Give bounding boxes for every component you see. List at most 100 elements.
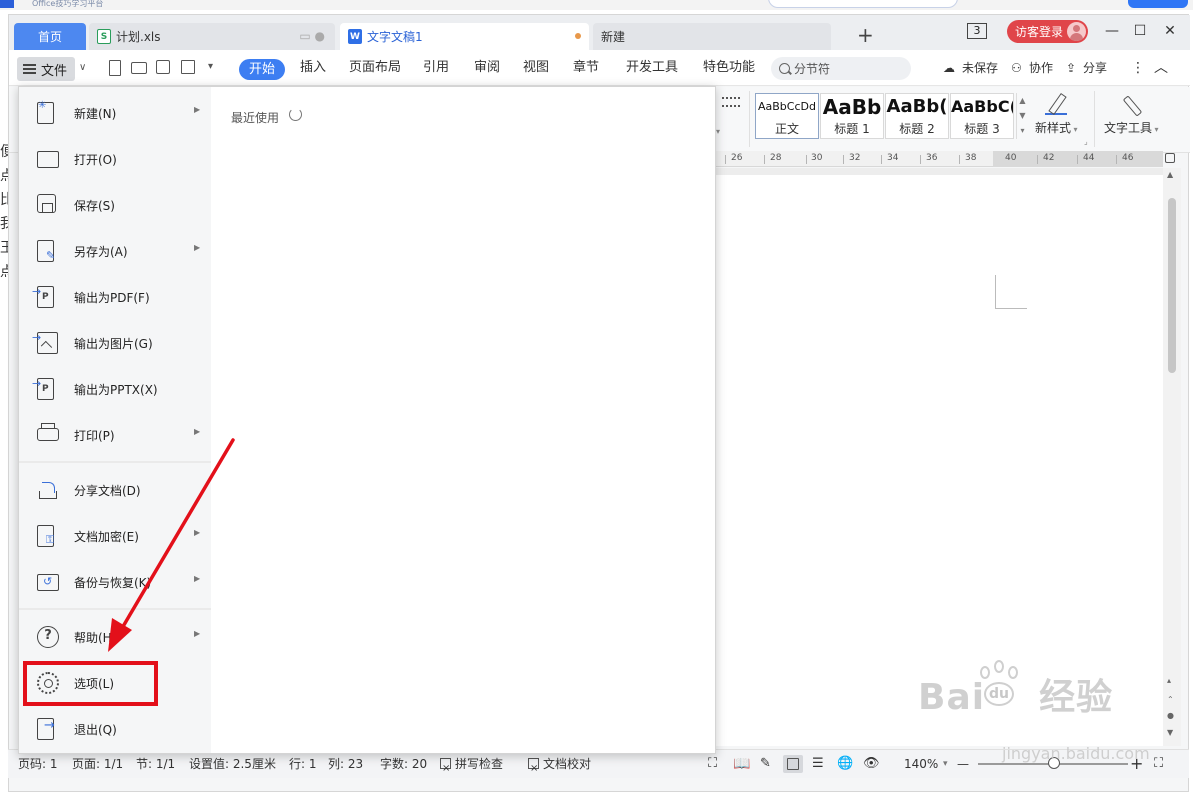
document-page[interactable]	[708, 175, 1163, 746]
tab-spreadsheet[interactable]: S 计划.xls ▭ ●	[89, 23, 335, 50]
file-menu-button[interactable]: 文件	[17, 57, 75, 81]
collaborate-icon[interactable]: ⚇	[1011, 50, 1022, 86]
edit-mode-icon[interactable]: ✎	[760, 750, 771, 778]
tab-view[interactable]: 视图	[523, 50, 549, 86]
ruler-tick: 46	[1122, 153, 1134, 163]
collaborate-button[interactable]: 协作	[1029, 50, 1053, 86]
status-column[interactable]: 列: 23	[328, 750, 363, 778]
ribbon-group-launcher-icon[interactable]: ⌟	[1084, 137, 1088, 146]
refresh-icon[interactable]	[289, 108, 302, 121]
web-view-icon[interactable]: 🌐	[837, 750, 853, 778]
tab-home[interactable]: 首页	[14, 23, 86, 50]
print-preview-icon[interactable]	[181, 60, 195, 74]
minimize-button[interactable]: —	[1102, 21, 1122, 41]
save-icon[interactable]	[156, 60, 170, 74]
page-select-icon[interactable]: ●	[1167, 711, 1174, 720]
style-normal[interactable]: AaBbCcDd 正文	[755, 93, 819, 139]
cloud-icon[interactable]: ☁	[943, 50, 955, 86]
document-canvas[interactable]	[708, 168, 1163, 746]
style-heading-3[interactable]: AaBbC( 标题 3	[950, 93, 1014, 139]
menu-item-help[interactable]: ? 帮助(H) ▶	[19, 616, 211, 658]
new-tab-button[interactable]: +	[857, 23, 874, 47]
new-style-button[interactable]: 新样式 ▾	[1035, 93, 1078, 136]
page-previous-icon[interactable]: ⌃	[1167, 695, 1174, 704]
open-folder-icon[interactable]	[131, 62, 147, 74]
menu-item-exit[interactable]: 退出(Q)	[19, 708, 211, 750]
status-word-count[interactable]: 字数: 20	[380, 750, 427, 778]
menu-item-new[interactable]: ✳ 新建(N) ▶	[19, 92, 211, 134]
horizontal-ruler[interactable]: 26 28 30 32 34 36 38 40 42 44 46	[708, 151, 1163, 167]
menu-item-save-as[interactable]: ✎ 另存为(A) ▶	[19, 230, 211, 272]
quick-access-dropdown-icon[interactable]: ▾	[208, 61, 224, 77]
reading-mode-icon[interactable]: 📖	[733, 750, 750, 778]
dropdown-caret-icon[interactable]: ▾	[716, 127, 720, 136]
style-heading-2[interactable]: AaBb( 标题 2	[885, 93, 949, 139]
style-gallery-scroll[interactable]: ▲ ▼ ▾	[1016, 93, 1028, 139]
maximize-button[interactable]: ☐	[1130, 21, 1150, 41]
tab-insert[interactable]: 插入	[300, 50, 326, 86]
outline-view-icon[interactable]: ☰	[812, 750, 824, 778]
scroll-up-icon[interactable]: ▲	[1167, 170, 1173, 179]
tab-new[interactable]: 新建	[593, 23, 831, 50]
style-heading-1[interactable]: AaBb 标题 1	[820, 93, 884, 139]
status-section[interactable]: 节: 1/1	[136, 750, 175, 778]
collapse-ribbon-icon[interactable]: ︿	[1154, 50, 1168, 86]
tab-chapter[interactable]: 章节	[573, 50, 599, 86]
vertical-scrollbar[interactable]: ▲ ▴ ⌃ ● ▼	[1163, 168, 1181, 746]
tab-page-layout[interactable]: 页面布局	[349, 50, 401, 86]
window-count-badge[interactable]: 3	[967, 23, 987, 39]
status-page-number[interactable]: 页码: 1	[18, 750, 58, 778]
spell-check-toggle[interactable]: 拼写检查	[440, 750, 503, 783]
fit-page-icon[interactable]: ⛶	[1154, 750, 1163, 778]
new-file-icon[interactable]	[109, 60, 121, 76]
menu-item-open[interactable]: 打开(O)	[19, 138, 211, 180]
share-button[interactable]: 分享	[1083, 50, 1107, 86]
more-options-icon[interactable]: ⋮	[1131, 50, 1145, 86]
menu-item-share-document[interactable]: 分享文档(D)	[19, 469, 211, 511]
tab-review[interactable]: 审阅	[474, 50, 500, 86]
unsaved-status[interactable]: 未保存	[962, 50, 998, 86]
help-icon: ?	[37, 626, 59, 648]
ruler-toggle-icon[interactable]	[1165, 153, 1175, 163]
scroll-down-icon[interactable]: ▼	[1167, 728, 1173, 737]
menu-item-backup-restore[interactable]: ↺ 备份与恢复(K) ▶	[19, 561, 211, 603]
menu-item-export-pptx[interactable]: P → 输出为PPTX(X)	[19, 368, 211, 410]
avatar-icon	[1067, 22, 1086, 41]
submenu-arrow-icon: ▶	[194, 528, 201, 537]
scroll-up-icon[interactable]: ▴	[1167, 676, 1171, 685]
document-proof-toggle[interactable]: 文档校对	[528, 750, 591, 783]
baidu-paw-logo: du	[974, 660, 1024, 710]
document-icon: W	[348, 29, 362, 44]
menu-item-export-pdf[interactable]: P → 输出为PDF(F)	[19, 276, 211, 318]
ruler-tick: 34	[887, 153, 899, 163]
menu-item-save[interactable]: 保存(S)	[19, 184, 211, 226]
tab-start[interactable]: 开始	[239, 59, 286, 80]
tab-bar: 首页 S 计划.xls ▭ ● W 文字文稿1 新建 + 3 访客登录 — ☐ …	[9, 15, 1190, 50]
status-row[interactable]: 行: 1	[289, 750, 317, 778]
menu-item-print[interactable]: 打印(P) ▶	[19, 414, 211, 456]
tab-developer[interactable]: 开发工具	[626, 50, 678, 86]
login-button[interactable]: 访客登录	[1007, 20, 1088, 43]
ruler-tick: 40	[1005, 153, 1017, 163]
share-icon[interactable]: ⇪	[1066, 50, 1076, 86]
eye-protection-icon[interactable]: 👁	[863, 750, 880, 778]
spreadsheet-icon: S	[97, 29, 111, 44]
tab-references[interactable]: 引用	[423, 50, 449, 86]
menu-item-encrypt-document[interactable]: ⚿ 文档加密(E) ▶	[19, 515, 211, 557]
fullscreen-icon[interactable]: ⛶	[708, 750, 717, 778]
tab-special-features[interactable]: 特色功能	[703, 50, 755, 86]
command-search[interactable]: 分节符	[771, 57, 911, 80]
menu-item-export-image[interactable]: → 输出为图片(G)	[19, 322, 211, 364]
zoom-dropdown-icon[interactable]: ▾	[943, 750, 948, 778]
scrollbar-thumb[interactable]	[1168, 198, 1176, 373]
status-pages[interactable]: 页面: 1/1	[72, 750, 123, 778]
zoom-level[interactable]: 140%	[904, 750, 938, 778]
file-dropdown-icon[interactable]: ∨	[79, 62, 86, 73]
paragraph-border-icon[interactable]	[722, 97, 740, 107]
status-setting[interactable]: 设置值: 2.5厘米	[189, 750, 276, 778]
tab-document[interactable]: W 文字文稿1	[340, 23, 589, 50]
export-pdf-icon: P →	[32, 285, 54, 308]
zoom-out-button[interactable]: —	[957, 750, 969, 778]
close-button[interactable]: ✕	[1160, 21, 1180, 41]
text-tools-button[interactable]: 文字工具 ▾	[1104, 93, 1159, 136]
